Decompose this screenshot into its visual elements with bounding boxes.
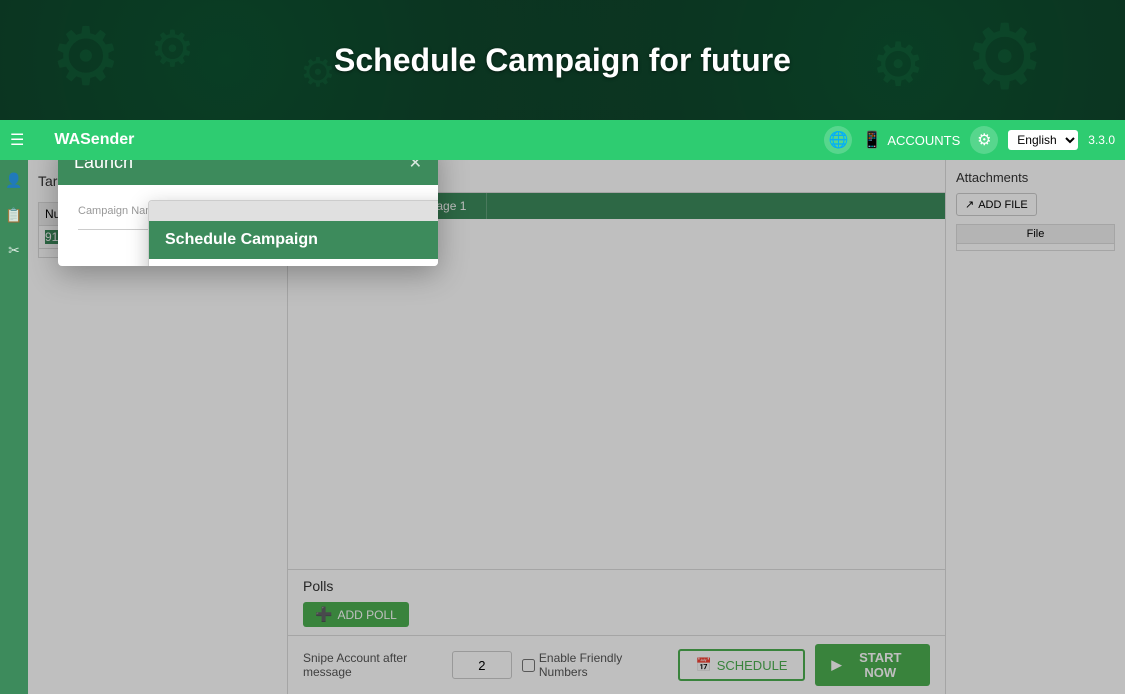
sidebar-icon-1[interactable]: 👤	[4, 170, 24, 190]
launch-overlay: Launch ✕ Campaign Name ─ □	[28, 160, 1125, 694]
menu-icon[interactable]: ☰	[10, 130, 24, 150]
hero-title: Schedule Campaign for future	[334, 42, 791, 79]
launch-modal-title: Launch	[74, 160, 133, 173]
sidebar-icon-2[interactable]: 📋	[4, 205, 24, 225]
accounts-label: ACCOUNTS	[887, 133, 960, 148]
launch-modal-header: Launch ✕	[58, 160, 438, 185]
schedule-modal-body: Schedule Name Schedule Date and Time 📅 (…	[149, 259, 438, 266]
launch-modal: Launch ✕ Campaign Name ─ □	[58, 160, 438, 266]
language-select[interactable]: English	[1008, 130, 1078, 150]
schedule-modal: ─ □ ✕ Schedule Campaign	[148, 200, 438, 266]
settings-icon[interactable]: ⚙	[970, 126, 998, 154]
sidebar: 👤 📋 ✂	[0, 160, 28, 694]
sidebar-icon-3[interactable]: ✂	[4, 240, 24, 260]
accounts-button[interactable]: 📱 ACCOUNTS	[862, 130, 960, 150]
schedule-modal-title: Schedule Campaign	[165, 231, 318, 248]
hero-banner: ⚙ ⚙ ⚙ ⚙ ⚙ Schedule Campaign for future	[0, 0, 1125, 120]
schedule-modal-titlebar: ─ □ ✕	[149, 201, 438, 221]
app-logo: WASender	[54, 131, 134, 149]
schedule-modal-header: Schedule Campaign	[149, 221, 438, 259]
main-content: 👤 📋 ✂ Target 📋 UPLOAD EXCEL Number N	[0, 160, 1125, 694]
launch-modal-close[interactable]: ✕	[409, 160, 422, 173]
app-bar: ☰ WASender 🌐 📱 ACCOUNTS ⚙ English 3.3.0	[0, 120, 1125, 160]
globe-icon[interactable]: 🌐	[824, 126, 852, 154]
version-label: 3.3.0	[1088, 133, 1115, 147]
